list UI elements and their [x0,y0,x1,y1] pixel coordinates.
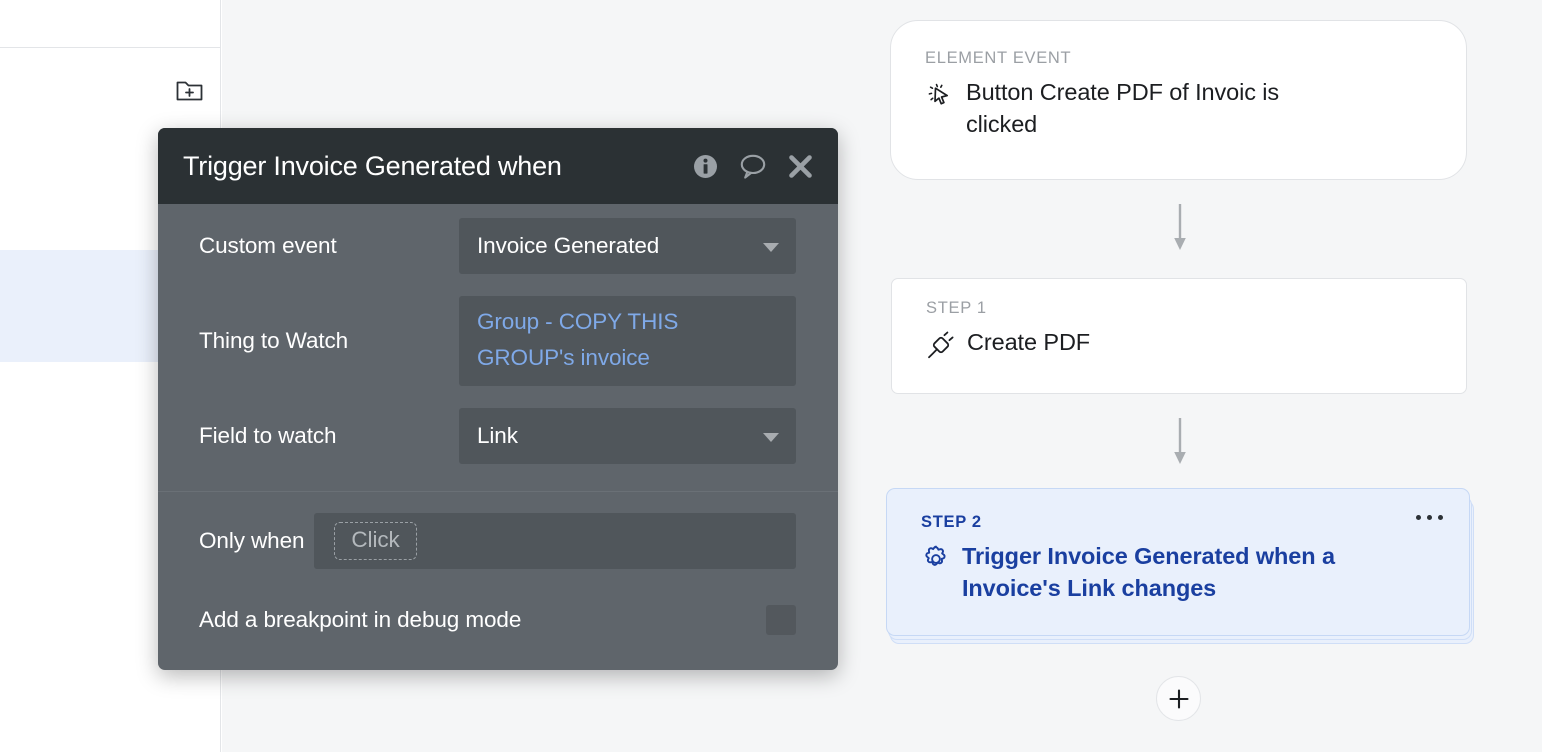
field-label: Thing to Watch [199,328,459,354]
sidebar-divider [0,47,221,48]
breakpoint-checkbox[interactable] [766,605,796,635]
workflow-flow-column: ELEMENT EVENT Button Create PDF of Invoi… [890,0,1470,752]
card-title: Button Create PDF of Invoic is clicked [966,76,1326,140]
card-title: Trigger Invoice Generated when a Invoice… [962,540,1382,604]
close-icon[interactable] [787,153,814,180]
dialog-body: Custom event Invoice Generated Thing to … [158,218,838,648]
kebab-menu-icon[interactable] [1416,515,1443,520]
only-when-input[interactable]: Click [314,513,796,569]
flow-arrow-1 [1170,204,1190,252]
cursor-click-icon [925,80,955,110]
step-1-card[interactable]: STEP 1 Create PDF [891,278,1467,394]
folder-plus-icon[interactable] [174,76,204,104]
dialog-section-divider [158,491,838,492]
dialog-header-icons [692,152,814,180]
field-label: Custom event [199,233,459,259]
card-kicker: ELEMENT EVENT [925,49,1432,68]
breakpoint-label: Add a breakpoint in debug mode [199,607,766,633]
comment-icon[interactable] [738,152,768,180]
field-label: Field to watch [199,423,459,449]
only-when-label: Only when [199,528,304,554]
plug-icon [926,330,956,360]
trigger-event-dialog: Trigger Invoice Generated when [158,128,838,670]
step-2-card[interactable]: STEP 2 Trigger Invoice Generated when a … [886,488,1470,636]
app-root: ELEMENT EVENT Button Create PDF of Invoi… [0,0,1542,752]
field-only-when: Only when Click [158,512,838,570]
card-title: Create PDF [967,326,1090,358]
gear-icon [921,544,951,574]
dialog-title: Trigger Invoice Generated when [183,151,692,182]
thing-to-watch-value[interactable]: Group - COPY THIS GROUP's invoice [477,304,778,376]
custom-event-value: Invoice Generated [477,233,659,259]
chevron-down-icon [763,243,779,252]
field-to-watch-dropdown[interactable]: Link [459,408,796,464]
dialog-header: Trigger Invoice Generated when [158,128,838,204]
card-kicker: STEP 1 [926,299,1432,318]
thing-to-watch-field[interactable]: Group - COPY THIS GROUP's invoice [459,296,796,386]
field-to-watch-value: Link [477,423,518,449]
add-step-button[interactable] [1156,676,1201,721]
step-2-card-stack: STEP 2 Trigger Invoice Generated when a … [886,488,1478,648]
card-kicker: STEP 2 [921,513,1439,532]
card-title-row: Trigger Invoice Generated when a Invoice… [921,540,1439,604]
field-field-to-watch: Field to watch Link [158,408,838,464]
custom-event-dropdown[interactable]: Invoice Generated [459,218,796,274]
field-breakpoint: Add a breakpoint in debug mode [158,592,838,648]
chevron-down-icon [763,433,779,442]
flow-arrow-2 [1170,418,1190,466]
element-event-card[interactable]: ELEMENT EVENT Button Create PDF of Invoi… [890,20,1467,180]
card-title-row: Button Create PDF of Invoic is clicked [925,76,1432,140]
card-title-row: Create PDF [926,326,1432,360]
only-when-placeholder: Click [334,522,416,560]
field-custom-event: Custom event Invoice Generated [158,218,838,274]
field-thing-to-watch: Thing to Watch Group - COPY THIS GROUP's… [158,296,838,386]
info-icon[interactable] [692,153,719,180]
